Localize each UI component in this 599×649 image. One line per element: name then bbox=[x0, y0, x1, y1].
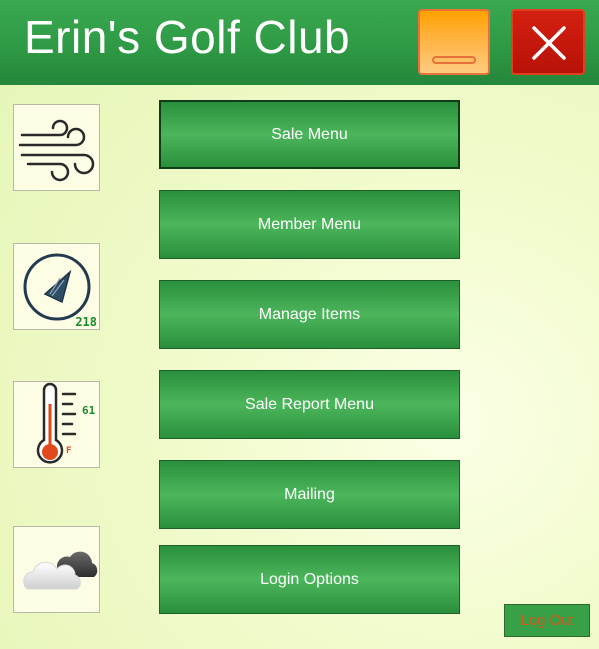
member-menu-button[interactable]: Member Menu bbox=[159, 190, 460, 259]
condition-panel bbox=[13, 526, 100, 613]
close-icon bbox=[532, 26, 566, 60]
log-out-button[interactable]: Log Out bbox=[504, 604, 590, 637]
sale-report-menu-button[interactable]: Sale Report Menu bbox=[159, 370, 460, 439]
temperature-panel: 61 F bbox=[13, 381, 100, 468]
temperature-unit: F bbox=[66, 446, 72, 456]
partly-cloudy-icon bbox=[23, 551, 98, 590]
manage-items-button[interactable]: Manage Items bbox=[159, 280, 460, 349]
minimize-button[interactable] bbox=[418, 9, 490, 75]
title-bar: Erin's Golf Club bbox=[0, 0, 599, 85]
wind-icon bbox=[18, 119, 95, 182]
minimize-icon bbox=[432, 56, 476, 64]
temperature-value: 61 bbox=[82, 404, 96, 417]
mailing-button[interactable]: Mailing bbox=[159, 460, 460, 529]
close-button[interactable] bbox=[511, 9, 585, 75]
login-options-button[interactable]: Login Options bbox=[159, 545, 460, 614]
thermometer-icon bbox=[36, 382, 77, 464]
wind-panel bbox=[13, 104, 100, 191]
compass-panel: 218 bbox=[13, 243, 100, 330]
sale-menu-button[interactable]: Sale Menu bbox=[159, 100, 460, 169]
wind-direction-value: 218 bbox=[75, 315, 97, 329]
app-title: Erin's Golf Club bbox=[24, 11, 351, 63]
